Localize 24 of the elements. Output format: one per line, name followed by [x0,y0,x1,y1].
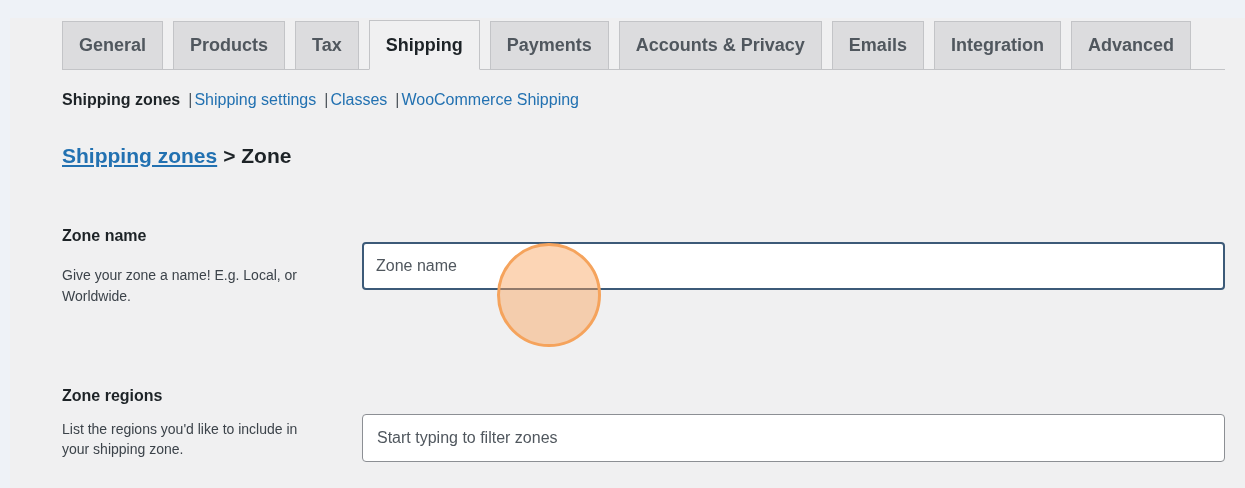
tab[interactable]: Accounts & Privacy [618,21,822,69]
subnav-link[interactable]: Classes [330,88,388,112]
tab[interactable]: Payments [489,21,609,69]
tab[interactable]: Shipping [368,20,480,70]
separator: | [188,90,193,110]
tab[interactable]: General [62,21,164,69]
input-field[interactable]: Zone name [362,241,1225,290]
subnav-link[interactable]: Shipping settings [194,88,317,112]
tab[interactable]: Emails [831,21,924,69]
input-field[interactable]: Start typing to filter zones [362,413,1225,462]
tab[interactable]: Integration [933,21,1061,69]
breadcrumb-link[interactable]: Shipping zones [62,140,218,172]
separator: | [324,90,329,110]
separator: | [395,90,400,110]
tab[interactable]: Advanced [1070,21,1191,69]
field-heading: Zone name [62,225,148,246]
field-heading: Zone regions [62,385,164,406]
tab[interactable]: Tax [295,21,359,69]
field-description: Give your zone a name! E.g. Local, or Worldwide. [62,265,298,306]
subnav-link[interactable]: Shipping zones [62,88,181,112]
tab[interactable]: Products [173,21,286,69]
subnav-link[interactable]: WooCommerce Shipping [401,88,579,112]
field-description: List the regions you'd like to include in your shipping zone. [62,419,299,459]
breadcrumb-current: > Zone [223,143,292,169]
